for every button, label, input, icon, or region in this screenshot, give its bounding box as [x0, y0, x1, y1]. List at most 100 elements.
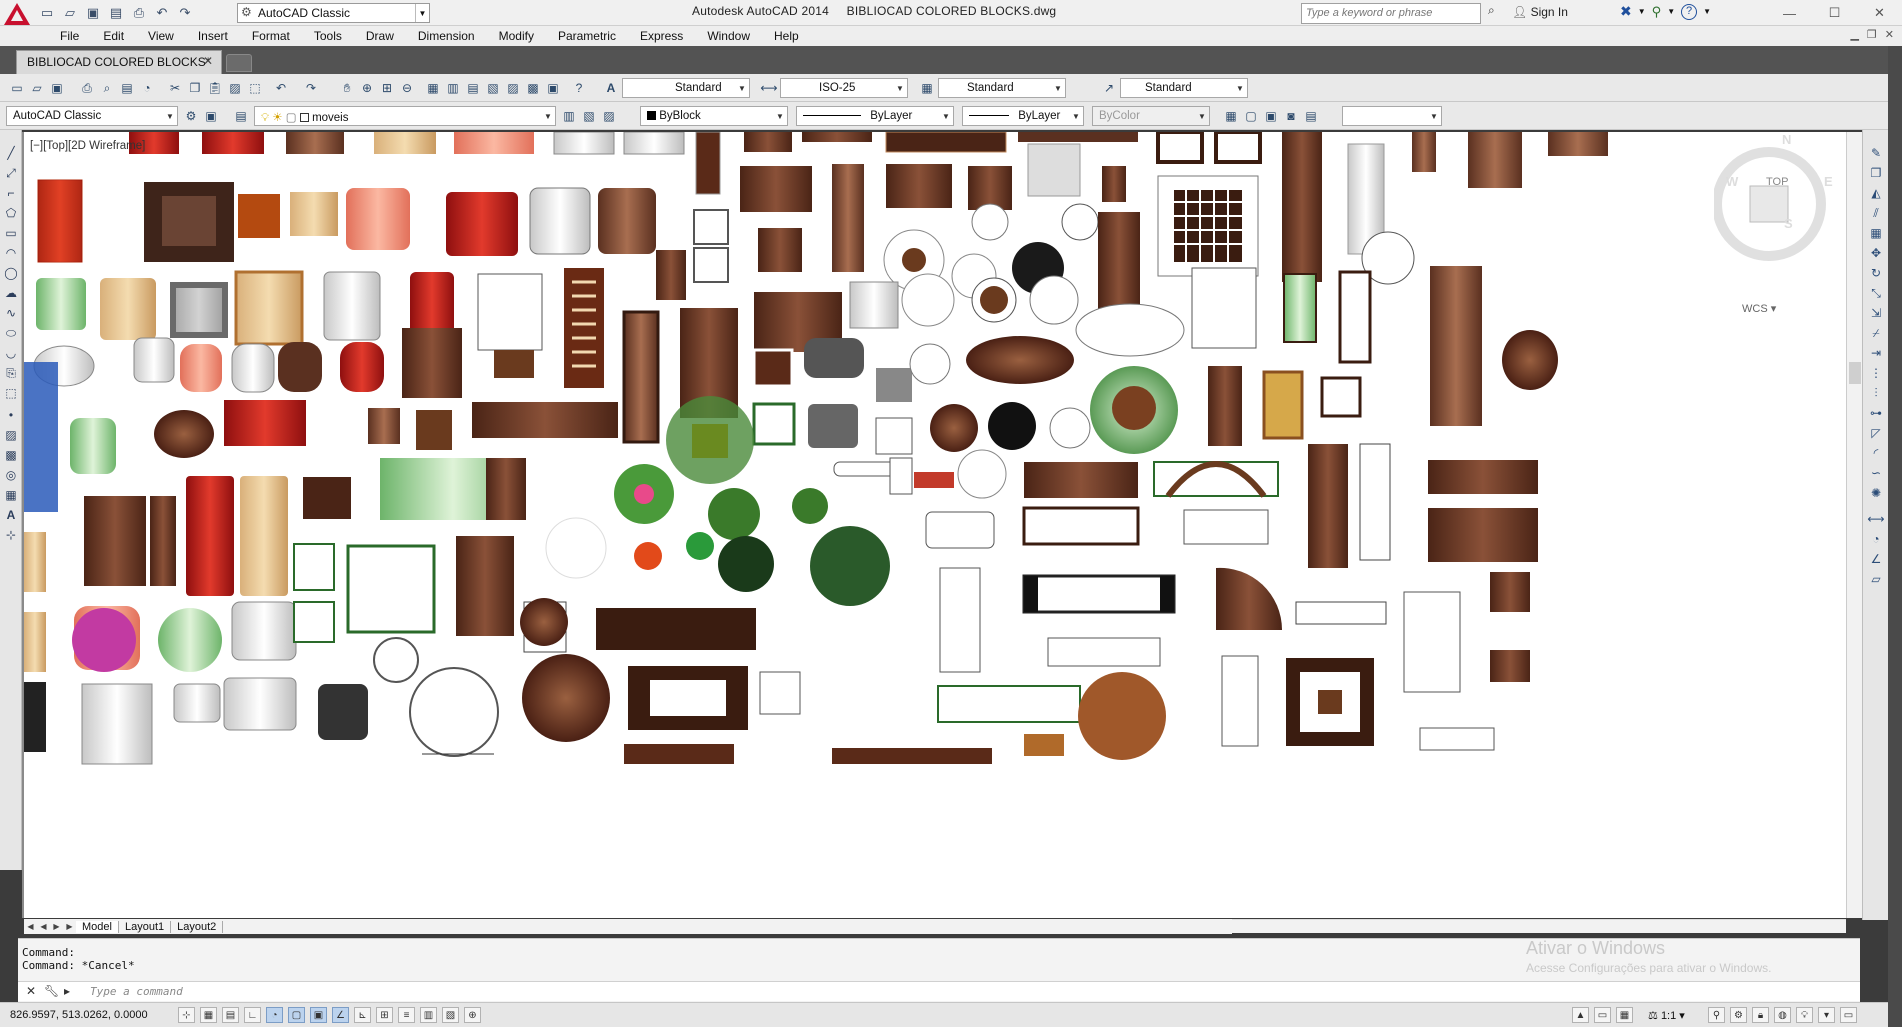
save-as-icon[interactable]: ▤: [107, 4, 125, 22]
linetype-dropdown[interactable]: ByLayer ▼: [796, 106, 954, 126]
object-snap-tracking-button[interactable]: ∠: [332, 1007, 349, 1023]
layer-properties-icon[interactable]: ▤: [232, 107, 250, 125]
angle-icon[interactable]: ∠: [1867, 550, 1885, 568]
table-icon[interactable]: ▦: [2, 486, 20, 504]
menu-dimension[interactable]: Dimension: [406, 29, 487, 43]
viewcube-top[interactable]: TOP: [1766, 176, 1788, 188]
dim-style-icon[interactable]: ⟷: [760, 79, 778, 97]
ortho-mode-button[interactable]: ∟: [244, 1007, 261, 1023]
menu-edit[interactable]: Edit: [91, 29, 136, 43]
drawing-canvas[interactable]: [−][Top][2D Wireframe] TOP N S E W WCS ▾: [22, 132, 1860, 918]
visual-style-icon[interactable]: ▢: [1242, 107, 1260, 125]
chamfer-icon[interactable]: ◸: [1867, 424, 1885, 442]
quick-properties-button[interactable]: ▧: [442, 1007, 459, 1023]
dynamic-input-button[interactable]: ⊞: [376, 1007, 393, 1023]
3d-object-snap-button[interactable]: ▣: [310, 1007, 327, 1023]
text-style-icon[interactable]: A: [602, 79, 620, 97]
undo-icon[interactable]: ↶: [153, 4, 171, 22]
text-style-dropdown[interactable]: Standard ▼: [622, 78, 750, 98]
tab-layout1[interactable]: Layout1: [119, 920, 172, 933]
isolate-objects-button[interactable]: 💡︎: [1796, 1007, 1813, 1023]
snap-mode-button[interactable]: ▦: [200, 1007, 217, 1023]
copy-icon[interactable]: ❐: [186, 79, 204, 97]
table-style-icon[interactable]: ▦: [918, 79, 936, 97]
binoculars-icon[interactable]: ⌕: [1488, 3, 1495, 18]
gradient-icon[interactable]: ▩: [2, 446, 20, 464]
tool-palettes-icon[interactable]: ▤: [464, 79, 482, 97]
annotation-visibility-button[interactable]: ⚲: [1708, 1007, 1725, 1023]
ellipse-arc-icon[interactable]: ◡: [2, 344, 20, 362]
menu-window[interactable]: Window: [695, 29, 762, 43]
annotation-scale[interactable]: ⚖ 1:1 ▾: [1648, 1009, 1685, 1022]
named-views-icon[interactable]: ◙: [1282, 107, 1300, 125]
workspace-switching-button[interactable]: ⚙: [1730, 1007, 1747, 1023]
point-icon[interactable]: •: [2, 406, 20, 424]
menu-draw[interactable]: Draw: [354, 29, 406, 43]
zoom-previous-icon[interactable]: ⊖: [398, 79, 416, 97]
layout-icon[interactable]: ▣: [1262, 107, 1280, 125]
table-style-dropdown[interactable]: Standard ▼: [938, 78, 1066, 98]
minimize-button[interactable]: —: [1767, 0, 1812, 26]
explode-icon[interactable]: ✺: [1867, 484, 1885, 502]
autocad-logo-icon[interactable]: [2, 1, 32, 27]
construction-line-icon[interactable]: ⤢: [2, 164, 20, 182]
blend-icon[interactable]: ∽: [1867, 464, 1885, 482]
close-icon[interactable]: ✕: [203, 54, 213, 68]
design-center-icon[interactable]: ▥: [444, 79, 462, 97]
properties-icon[interactable]: ▦: [424, 79, 442, 97]
region-icon[interactable]: ◎: [2, 466, 20, 484]
maximize-button[interactable]: ☐: [1812, 0, 1857, 26]
extend-icon[interactable]: ⇥: [1867, 344, 1885, 362]
next-tab-icon[interactable]: ▶: [50, 922, 63, 931]
horizontal-scrollbar[interactable]: [1232, 919, 1846, 933]
redo-icon[interactable]: ↷: [176, 4, 194, 22]
match-properties-icon[interactable]: ▨: [226, 79, 244, 97]
layer-dropdown[interactable]: 💡︎ ☀ ▢ moveis ▼: [254, 106, 556, 126]
file-tab[interactable]: BIBLIOCAD COLORED BLOCKS* ✕: [16, 50, 222, 74]
wrench-icon[interactable]: 🔧︎: [44, 984, 59, 998]
circle-icon[interactable]: ◯: [2, 264, 20, 282]
grid-display-button[interactable]: ▤: [222, 1007, 239, 1023]
offset-icon[interactable]: ⫽: [1867, 204, 1885, 222]
insert-block-icon[interactable]: ⎘: [2, 364, 20, 382]
viewport-controls[interactable]: [−][Top][2D Wireframe]: [30, 140, 145, 152]
workspace-dropdown-2[interactable]: AutoCAD Classic ▼: [6, 106, 178, 126]
multiline-text-icon[interactable]: A: [2, 506, 20, 524]
doc-minimize-button[interactable]: ▁: [1850, 28, 1858, 41]
polygon-icon[interactable]: ⬠: [2, 204, 20, 222]
arc-icon[interactable]: ◠: [2, 244, 20, 262]
mleader-style-icon[interactable]: ↗: [1100, 79, 1118, 97]
break-icon[interactable]: ⫶: [1867, 384, 1885, 402]
coordinate-readout[interactable]: 826.9597, 513.0262, 0.0000: [10, 1009, 148, 1021]
scroll-thumb[interactable]: [1849, 362, 1861, 384]
viewcube-east[interactable]: E: [1824, 174, 1833, 189]
3d-print-icon[interactable]: ◔: [138, 79, 156, 97]
lineweight-button[interactable]: ≡: [398, 1007, 415, 1023]
wcs-menu[interactable]: WCS ▾: [1742, 302, 1776, 315]
close-button[interactable]: ✕: [1857, 0, 1902, 26]
erase-icon[interactable]: ✎: [1867, 144, 1885, 162]
move-icon[interactable]: ✥: [1867, 244, 1885, 262]
break-point-icon[interactable]: ⋮: [1867, 364, 1885, 382]
menu-format[interactable]: Format: [240, 29, 302, 43]
plot-icon[interactable]: ⎙: [78, 79, 96, 97]
workspace-settings-icon[interactable]: ⚙: [182, 107, 200, 125]
calc-icon[interactable]: ▣: [544, 79, 562, 97]
distance-icon[interactable]: ⟷: [1867, 510, 1885, 528]
make-current-icon[interactable]: ▥: [560, 107, 578, 125]
save-icon[interactable]: ▣: [48, 79, 66, 97]
hardware-acceleration-button[interactable]: ◍: [1774, 1007, 1791, 1023]
publish-icon[interactable]: ▤: [118, 79, 136, 97]
workspace-dropdown[interactable]: ⚙ AutoCAD Classic ▼: [237, 3, 430, 23]
viewcube-north[interactable]: N: [1782, 132, 1791, 147]
viewcube-west[interactable]: W: [1726, 174, 1738, 189]
scale-list-dropdown[interactable]: ▼: [1342, 106, 1442, 126]
copy-object-icon[interactable]: ❐: [1867, 164, 1885, 182]
menu-tools[interactable]: Tools: [302, 29, 354, 43]
radius-icon[interactable]: ◔: [1867, 530, 1885, 548]
chevron-down-icon[interactable]: ▼: [1703, 7, 1711, 16]
model-space-button[interactable]: ▲: [1572, 1007, 1589, 1023]
doc-close-button[interactable]: ✕: [1885, 28, 1894, 41]
make-block-icon[interactable]: ⬚: [2, 384, 20, 402]
view-icon[interactable]: ▦: [1222, 107, 1240, 125]
